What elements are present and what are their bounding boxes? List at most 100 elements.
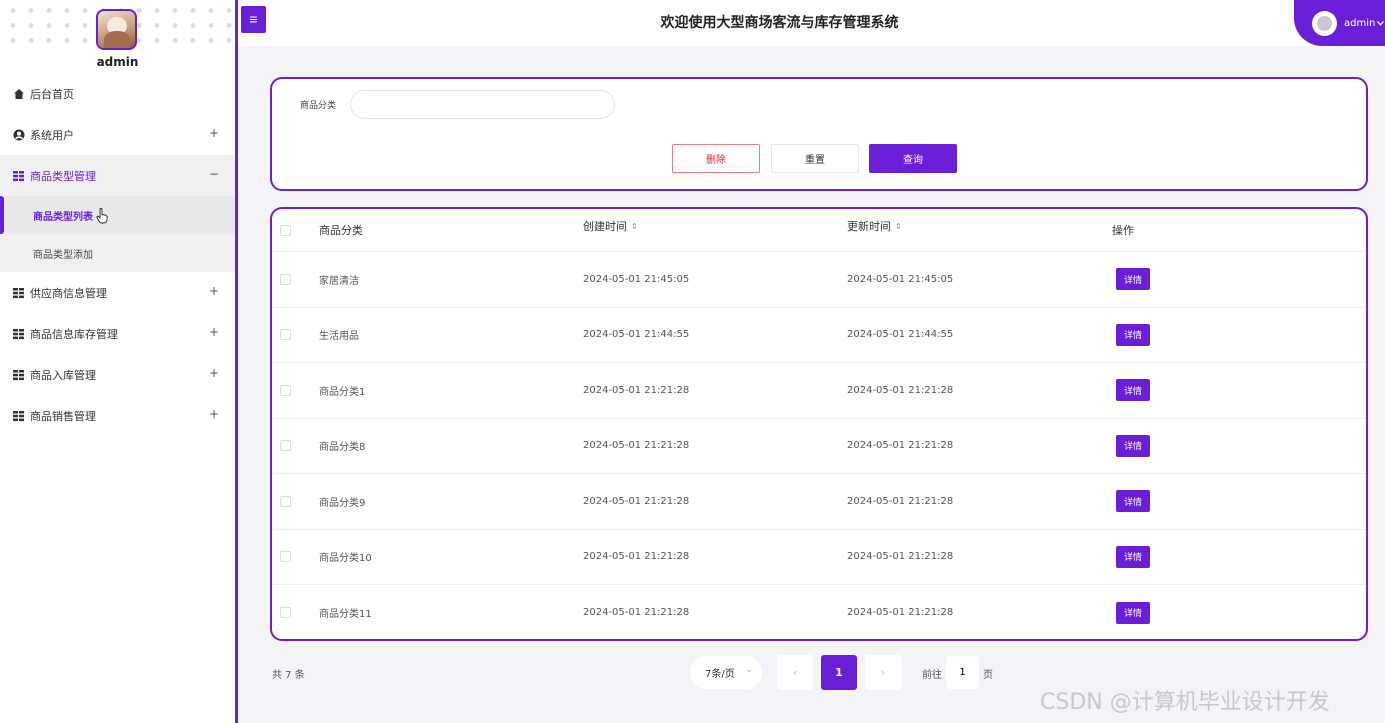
table-row: 生活用品 2024-05-01 21:44:55 2024-05-01 21:4…	[272, 308, 1366, 363]
table-header-row: 商品分类 创建时间 ⇕ 更新时间 ⇕ 操作	[272, 209, 1366, 252]
user-avatar-icon	[1312, 10, 1337, 36]
plus-icon[interactable]: +	[209, 284, 219, 298]
cell-category: 商品分类1	[319, 386, 366, 398]
grid-icon	[13, 328, 25, 340]
sort-icon[interactable]: ⇕	[895, 222, 902, 231]
detail-button[interactable]: 详情	[1116, 379, 1150, 402]
plus-icon[interactable]: +	[209, 407, 219, 421]
table-row: 家居清洁 2024-05-01 21:45:05 2024-05-01 21:4…	[272, 252, 1366, 308]
cell-created: 2024-05-01 21:44:55	[583, 329, 690, 341]
prev-page-button[interactable]: ‹	[777, 655, 813, 690]
sidebar: admin 后台首页 系统用户 + 商品类型管理 − 商品类型列表 商品类型添加…	[0, 0, 238, 723]
goto-label: 前往	[922, 670, 942, 681]
detail-button[interactable]: 详情	[1116, 268, 1150, 291]
cell-updated: 2024-05-01 21:21:28	[847, 607, 954, 619]
category-search-input[interactable]	[350, 90, 615, 119]
search-label: 商品分类	[300, 101, 337, 111]
grid-icon	[13, 369, 25, 381]
minus-icon[interactable]: −	[209, 167, 219, 181]
cell-updated: 2024-05-01 21:21:28	[847, 384, 954, 396]
query-button[interactable]: 查询	[869, 144, 957, 173]
user-circle-icon	[13, 129, 25, 141]
sidebar-item-category-management[interactable]: 商品类型管理 −	[0, 155, 235, 196]
next-page-button[interactable]: ›	[865, 655, 901, 690]
cell-updated: 2024-05-01 21:44:55	[847, 329, 954, 341]
table-row: 商品分类8 2024-05-01 21:21:28 2024-05-01 21:…	[272, 419, 1366, 474]
sidebar-subitem-category-add[interactable]: 商品类型添加	[0, 234, 235, 272]
chevron-down-icon: ⌄	[745, 665, 753, 675]
page-title: 欢迎使用大型商场客流与库存管理系统	[660, 15, 899, 31]
row-checkbox[interactable]	[280, 329, 291, 341]
sidebar-subitem-category-list[interactable]: 商品类型列表	[0, 196, 235, 234]
row-checkbox[interactable]	[280, 440, 291, 452]
home-icon	[13, 88, 25, 100]
search-panel: 商品分类 删除 重置 查询	[270, 77, 1368, 191]
category-table: 商品分类 创建时间 ⇕ 更新时间 ⇕ 操作 家居清洁 2024-05-01 21:4…	[270, 207, 1368, 641]
cell-created: 2024-05-01 21:21:28	[583, 440, 690, 452]
user-menu[interactable]: admin	[1294, 0, 1385, 46]
sidebar-username: admin	[96, 55, 139, 69]
cell-created: 2024-05-01 21:21:28	[583, 495, 690, 507]
cell-updated: 2024-05-01 21:21:28	[847, 440, 954, 452]
watermark: CSDN @计算机毕业设计开发	[1040, 690, 1330, 715]
sidebar-item-label: 商品入库管理	[30, 368, 96, 382]
grid-icon	[13, 170, 25, 182]
cell-created: 2024-05-01 21:45:05	[583, 273, 690, 285]
table-row: 商品分类11 2024-05-01 21:21:28 2024-05-01 21…	[272, 585, 1366, 639]
row-checkbox[interactable]	[280, 273, 291, 285]
row-checkbox[interactable]	[280, 495, 291, 507]
cell-category: 生活用品	[319, 331, 359, 343]
goto-page-input[interactable]	[946, 656, 979, 689]
plus-icon[interactable]: +	[209, 325, 219, 339]
row-checkbox[interactable]	[280, 384, 291, 396]
plus-icon[interactable]: +	[209, 366, 219, 380]
avatar[interactable]	[96, 9, 137, 50]
column-header-updated[interactable]: 更新时间	[847, 218, 891, 234]
cell-category: 商品分类8	[319, 442, 366, 454]
sidebar-item-stock-in[interactable]: 商品入库管理 +	[0, 354, 235, 395]
table-row: 商品分类9 2024-05-01 21:21:28 2024-05-01 21:…	[272, 474, 1366, 530]
page-size-select[interactable]: 7条/页 ⌄	[690, 656, 762, 689]
sidebar-item-label: 商品信息库存管理	[30, 327, 118, 341]
sidebar-item-home[interactable]: 后台首页	[0, 73, 235, 114]
sidebar-menu: 后台首页 系统用户 + 商品类型管理 − 商品类型列表 商品类型添加 供应商信息…	[0, 73, 235, 436]
sidebar-subitem-label: 商品类型列表	[33, 211, 93, 223]
sidebar-item-supplier[interactable]: 供应商信息管理 +	[0, 272, 235, 313]
select-all-checkbox[interactable]	[280, 224, 291, 236]
detail-button[interactable]: 详情	[1116, 490, 1150, 513]
detail-button[interactable]: 详情	[1116, 434, 1150, 457]
sort-icon[interactable]: ⇕	[631, 222, 638, 231]
cell-category: 家居清洁	[319, 275, 359, 287]
cell-updated: 2024-05-01 21:21:28	[847, 495, 954, 507]
chevron-down-icon	[1377, 18, 1385, 29]
row-checkbox[interactable]	[280, 607, 291, 619]
reset-button[interactable]: 重置	[771, 144, 859, 173]
cell-created: 2024-05-01 21:21:28	[583, 607, 690, 619]
detail-button[interactable]: 详情	[1116, 545, 1150, 568]
delete-button[interactable]: 删除	[672, 144, 760, 173]
row-checkbox[interactable]	[280, 551, 291, 563]
user-name: admin	[1344, 17, 1376, 29]
sidebar-item-label: 系统用户	[30, 128, 74, 142]
grid-icon	[13, 410, 25, 422]
sidebar-subitem-label: 商品类型添加	[33, 249, 93, 261]
sidebar-item-sales[interactable]: 商品销售管理 +	[0, 395, 235, 436]
page-number-button[interactable]: 1	[821, 655, 857, 690]
sidebar-item-label: 商品销售管理	[30, 409, 96, 423]
total-count: 共 7 条	[272, 670, 305, 681]
sidebar-item-label: 后台首页	[30, 87, 74, 101]
cell-updated: 2024-05-01 21:45:05	[847, 273, 954, 285]
detail-button[interactable]: 详情	[1116, 323, 1150, 346]
cell-updated: 2024-05-01 21:21:28	[847, 551, 954, 563]
column-header-category: 商品分类	[319, 224, 363, 237]
detail-button[interactable]: 详情	[1116, 601, 1150, 624]
sidebar-item-system-users[interactable]: 系统用户 +	[0, 114, 235, 155]
page-size-value: 7条/页	[705, 669, 735, 680]
column-header-created[interactable]: 创建时间	[583, 218, 627, 234]
table-row: 商品分类10 2024-05-01 21:21:28 2024-05-01 21…	[272, 530, 1366, 585]
plus-icon[interactable]: +	[209, 126, 219, 140]
grid-icon	[13, 287, 25, 299]
goto-suffix: 页	[983, 670, 993, 681]
sidebar-item-inventory[interactable]: 商品信息库存管理 +	[0, 313, 235, 354]
cell-created: 2024-05-01 21:21:28	[583, 384, 690, 396]
